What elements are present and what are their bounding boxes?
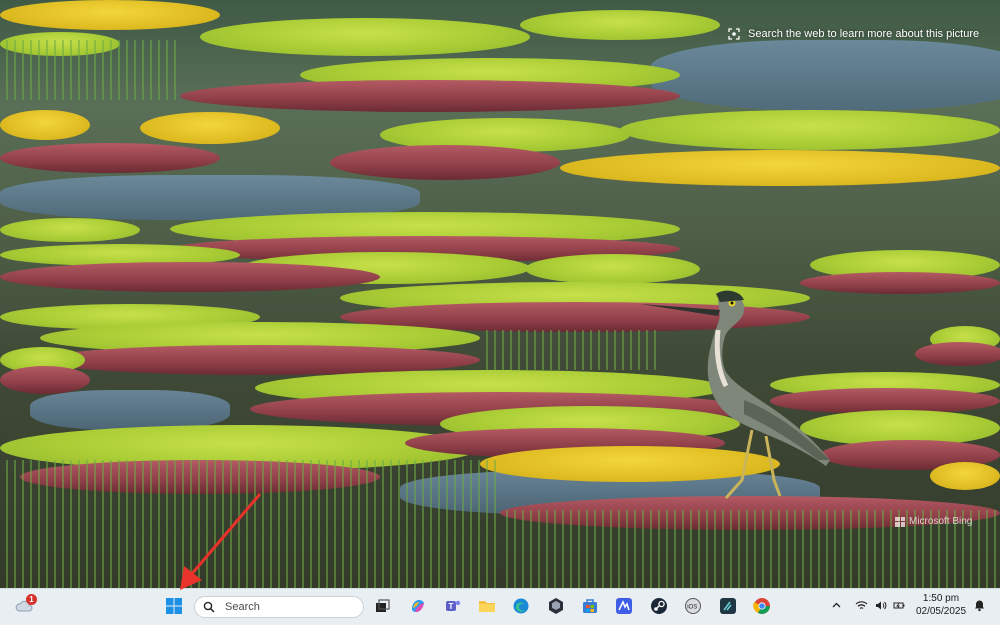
windows-icon xyxy=(166,598,182,614)
taskbar xyxy=(0,588,1000,625)
store-icon xyxy=(583,599,597,613)
dark-app-2-button[interactable] xyxy=(716,594,740,618)
desktop-wallpaper: Search the web to learn more about this … xyxy=(0,0,1000,588)
bing-watermark: Microsoft Bing xyxy=(895,516,972,527)
notification-badge: 1 xyxy=(26,594,37,605)
clock-date: 02/05/2025 xyxy=(915,606,967,617)
wifi-icon xyxy=(855,600,867,609)
show-hidden-icons-button[interactable] xyxy=(829,598,843,612)
edge-button[interactable] xyxy=(509,594,533,618)
hexagon-app-icon xyxy=(549,598,563,614)
volume-control[interactable] xyxy=(873,598,887,612)
dark-app-2-icon xyxy=(720,598,736,614)
ios-app-icon: iOS xyxy=(685,598,701,614)
store-button[interactable] xyxy=(578,594,602,618)
file-explorer-button[interactable] xyxy=(475,594,499,618)
clock[interactable]: 1:50 pm 02/05/2025 xyxy=(914,592,968,618)
visual-search-hint-text: Search the web to learn more about this … xyxy=(748,28,980,40)
bell-icon xyxy=(974,600,984,611)
teams-icon: T xyxy=(446,600,461,611)
heron-illustration xyxy=(640,290,830,499)
edge-icon xyxy=(513,598,529,614)
search-input[interactable] xyxy=(223,600,347,614)
wifi-status[interactable] xyxy=(854,598,868,612)
ios-app-button[interactable]: iOS xyxy=(681,594,705,618)
visual-search-hint[interactable]: Search the web to learn more about this … xyxy=(724,23,983,45)
start-button[interactable] xyxy=(162,594,186,618)
clock-time: 1:50 pm xyxy=(922,593,960,604)
microsoft-logo-icon xyxy=(895,516,905,527)
chevron-up-icon xyxy=(832,602,840,607)
battery-status[interactable] xyxy=(892,598,906,612)
annotation-arrow xyxy=(180,493,262,590)
chrome-icon xyxy=(753,598,770,614)
battery-charging-icon xyxy=(893,602,904,608)
teams-button[interactable]: T xyxy=(441,594,465,618)
dark-app-button[interactable] xyxy=(544,594,568,618)
watermark-text: Microsoft Bing xyxy=(909,516,973,527)
blue-app-icon xyxy=(616,598,632,614)
notifications-button[interactable] xyxy=(972,598,986,612)
svg-text:T: T xyxy=(449,602,454,611)
task-view-button[interactable] xyxy=(370,594,394,618)
steam-icon xyxy=(651,598,667,614)
blue-app-button[interactable] xyxy=(612,594,636,618)
copilot-icon xyxy=(412,600,424,612)
copilot-button[interactable] xyxy=(406,594,430,618)
task-view-icon xyxy=(376,599,390,612)
speaker-icon xyxy=(875,601,886,609)
taskbar-search[interactable] xyxy=(194,596,364,618)
search-icon xyxy=(203,601,215,613)
folder-icon xyxy=(479,601,495,612)
svg-text:iOS: iOS xyxy=(687,605,697,611)
steam-button[interactable] xyxy=(647,594,671,618)
chrome-button[interactable] xyxy=(750,594,774,618)
visual-search-icon xyxy=(728,28,740,40)
